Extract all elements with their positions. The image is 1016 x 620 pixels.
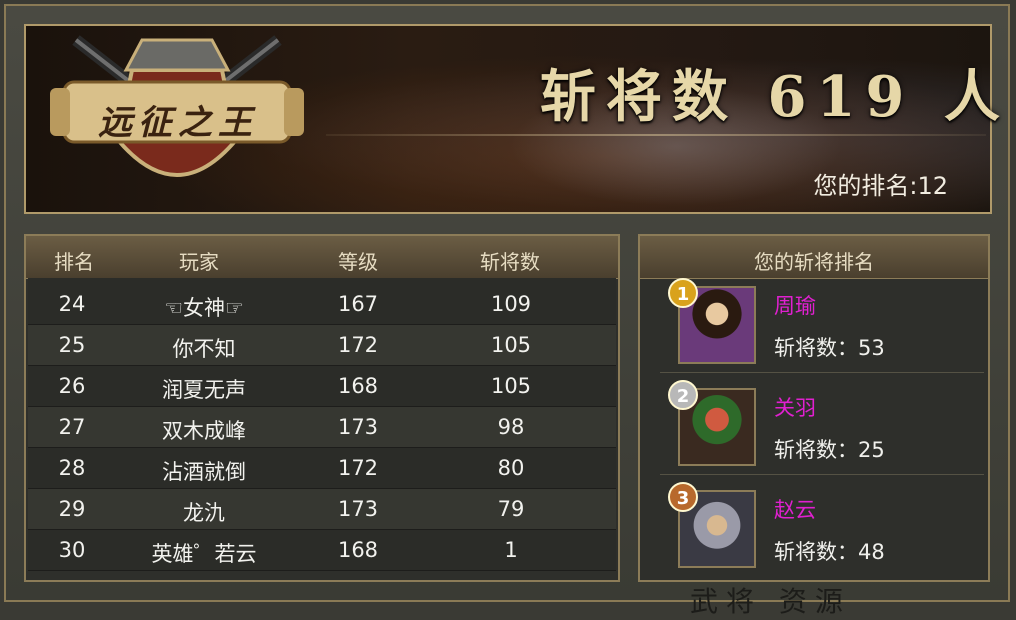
level-cell: 173 [337, 497, 379, 521]
player-cell: ☜女神☞ [164, 296, 244, 320]
hero-name: 赵云 [774, 498, 816, 522]
rank-cell: 26 [58, 374, 86, 398]
kills-cell: 79 [497, 497, 525, 521]
table-row[interactable]: 28 沾酒就倒 172 80 [28, 448, 616, 489]
level-cell: 168 [337, 538, 379, 562]
hero-name: 关羽 [774, 396, 816, 420]
hero-kills: 斩将数：48 [774, 540, 885, 564]
rank-cell: 28 [58, 456, 86, 480]
rank-cell: 30 [58, 538, 86, 562]
level-cell: 172 [337, 456, 379, 480]
level-cell: 168 [337, 374, 379, 398]
col-rank: 排名 [54, 250, 94, 274]
kills-cell: 109 [490, 292, 532, 316]
table-row[interactable]: 25 你不知 172 105 [28, 325, 616, 366]
banner-divider [326, 134, 986, 136]
col-player: 玩家 [179, 250, 219, 274]
col-kills: 斩将数 [480, 250, 540, 274]
hero-kills: 斩将数：53 [774, 336, 885, 360]
hero-entry[interactable]: 3 赵云 斩将数：48 [660, 482, 984, 576]
kills-cell: 98 [497, 415, 525, 439]
player-cell: 沾酒就倒 [162, 460, 246, 484]
player-cell: 你不知 [172, 337, 236, 361]
table-row[interactable]: 29 龙氿 173 79 [28, 489, 616, 530]
player-cell: 润夏无声 [162, 378, 246, 402]
rank-cell: 27 [58, 415, 86, 439]
rank-cell: 25 [58, 333, 86, 357]
level-cell: 173 [337, 415, 379, 439]
player-cell: 双木成峰 [162, 419, 246, 443]
level-cell: 167 [337, 292, 379, 316]
rank-cell: 24 [58, 292, 86, 316]
side-header: 您的斩将排名 [640, 236, 988, 279]
kill-ranking-panel: 您的斩将排名 1 周瑜 斩将数：53 2 关羽 斩将数：25 3 赵云 斩将数：… [638, 234, 990, 582]
hero-entry[interactable]: 2 关羽 斩将数：25 [660, 380, 984, 475]
kills-cell: 80 [497, 456, 525, 480]
rank-cell: 29 [58, 497, 86, 521]
table-row[interactable]: 30 英雄゜若云 168 1 [28, 530, 616, 571]
hero-entry[interactable]: 1 周瑜 斩将数：53 [660, 278, 984, 373]
silver-medal-icon: 2 [668, 380, 698, 410]
bronze-medal-icon: 3 [668, 482, 698, 512]
gold-medal-icon: 1 [668, 278, 698, 308]
table-row[interactable]: 24 ☜女神☞ 167 109 [28, 284, 616, 325]
emblem-title: 远征之王 [98, 103, 258, 143]
hero-name: 周瑜 [774, 294, 816, 318]
player-cell: 英雄゜若云 [151, 542, 257, 566]
your-rank-label: 您的排名:12 [813, 172, 948, 200]
table-row[interactable]: 27 双木成峰 173 98 [28, 407, 616, 448]
level-cell: 172 [337, 333, 379, 357]
kills-cell: 105 [490, 333, 532, 357]
side-title: 您的斩将排名 [754, 250, 874, 274]
hero-kills: 斩将数：25 [774, 438, 885, 462]
table-row[interactable]: 26 润夏无声 168 105 [28, 366, 616, 407]
player-cell: 龙氿 [183, 501, 225, 525]
kills-cell: 105 [490, 374, 532, 398]
bottom-tab-labels: 武将 资源 [690, 585, 851, 618]
kills-cell: 1 [504, 538, 518, 562]
table-header: 排名 玩家 等级 斩将数 [26, 236, 618, 279]
col-level: 等级 [338, 250, 378, 274]
kill-count-title: 斩将数 619 人 [540, 64, 1010, 130]
ranking-table[interactable]: 排名 玩家 等级 斩将数 24 ☜女神☞ 167 109 25 你不知 172 … [24, 234, 620, 582]
